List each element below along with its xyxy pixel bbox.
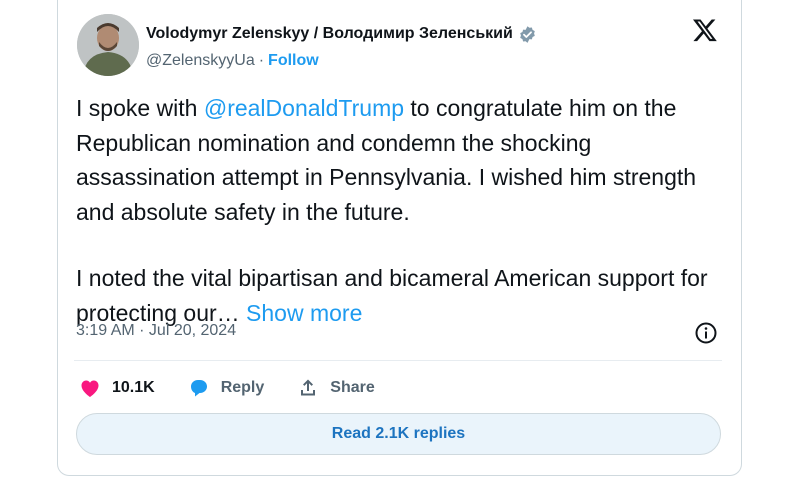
share-label: Share	[330, 379, 375, 396]
tweet-paragraph-1: I spoke with @realDonaldTrump to congrat…	[76, 91, 736, 229]
verified-badge-icon	[518, 25, 537, 44]
action-bar: 10.1K Reply Share	[78, 374, 407, 402]
text-body-2: I noted the vital bipartisan and bicamer…	[76, 265, 708, 326]
reply-label: Reply	[220, 379, 265, 396]
share-button[interactable]: Share	[296, 376, 375, 400]
mention-link[interactable]: @realDonaldTrump	[204, 95, 404, 121]
reply-button[interactable]: Reply	[187, 376, 265, 400]
like-button[interactable]: 10.1K	[78, 376, 155, 400]
heart-icon	[81, 380, 99, 397]
avatar[interactable]	[77, 14, 139, 76]
x-logo-icon[interactable]	[692, 17, 718, 43]
info-icon[interactable]	[694, 321, 718, 345]
separator-dot: ·	[258, 52, 265, 69]
reply-bubble-icon	[190, 380, 207, 397]
author-name[interactable]: Volodymyr Zelenskyy / Володимир Зеленськ…	[146, 25, 513, 43]
tweet-text: I spoke with @realDonaldTrump to congrat…	[76, 91, 736, 330]
tweet-paragraph-2: I noted the vital bipartisan and bicamer…	[76, 261, 736, 330]
tweet-timestamp[interactable]: 3:19 AM · Jul 20, 2024	[76, 322, 236, 340]
show-more-link[interactable]: Show more	[246, 300, 362, 326]
author-handle-row: @ZelenskyyUa · Follow	[146, 50, 319, 72]
share-icon	[301, 379, 316, 396]
tweet-card: Volodymyr Zelenskyy / Володимир Зеленськ…	[57, 0, 742, 476]
divider	[74, 360, 722, 361]
author-handle[interactable]: @ZelenskyyUa	[146, 52, 255, 70]
follow-button[interactable]: Follow	[268, 52, 319, 70]
like-count: 10.1K	[112, 379, 155, 396]
author-name-row: Volodymyr Zelenskyy / Володимир Зеленськ…	[146, 22, 537, 46]
read-replies-button[interactable]: Read 2.1K replies	[76, 413, 721, 455]
text-prefix: I spoke with	[76, 95, 204, 121]
